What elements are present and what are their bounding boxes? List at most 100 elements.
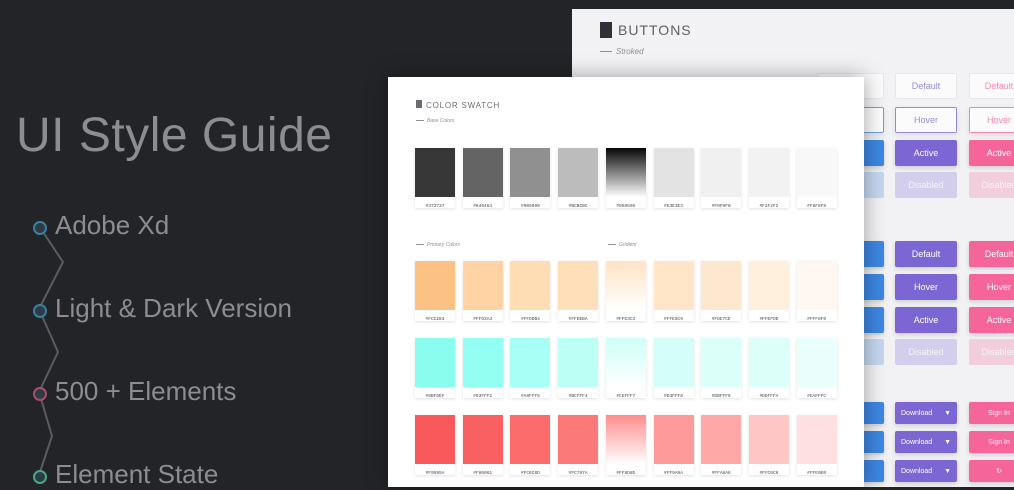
color-swatch[interactable]: #F0F0F0 [701, 148, 742, 209]
color-swatch[interactable]: #F8F8F8 [796, 148, 837, 209]
style-button[interactable]: Active [969, 307, 1014, 333]
color-swatch[interactable]: #646464 [462, 148, 503, 209]
style-button[interactable]: Sign In [969, 431, 1014, 453]
brand-logo-icon [600, 22, 612, 38]
color-swatch[interactable]: #D3FFF8 [653, 338, 694, 399]
color-swatch[interactable]: #FF8D8D [605, 415, 646, 476]
color-swatch[interactable]: #FFE6C9 [653, 261, 694, 322]
style-button[interactable]: Disabled [969, 172, 1014, 198]
style-button[interactable]: Disabled [969, 339, 1014, 365]
color-swatch[interactable]: #E3E3E3 [653, 148, 694, 209]
swatch-code: #FDE7CE [711, 317, 731, 322]
style-button[interactable]: Hover [895, 274, 957, 300]
color-swatch[interactable]: #F9595A [415, 415, 455, 476]
swatch-code: #FFDEBA [568, 317, 588, 322]
color-swatch[interactable]: #FFEFDD [748, 261, 789, 322]
button-label: Hover [913, 282, 938, 292]
button-label: Active [986, 315, 1012, 325]
color-swatch[interactable]: #FFDDB4 [510, 261, 551, 322]
swatch-code: #93FFF2 [473, 394, 493, 399]
color-swatch[interactable]: #CEFFF7 [605, 338, 646, 399]
swatch-chip [510, 338, 551, 387]
style-button[interactable]: Hover [969, 274, 1014, 300]
swatch-chip [558, 338, 599, 387]
color-swatch[interactable]: #FCC283 [415, 261, 455, 322]
swatch-chip [558, 261, 599, 310]
color-swatch[interactable]: #F86061 [462, 415, 503, 476]
button-label: Hover [986, 282, 1011, 292]
style-button[interactable]: Active [895, 140, 957, 166]
color-swatch[interactable]: #DBFFF9 [701, 338, 742, 399]
gradient-label: Gridient [608, 242, 637, 248]
swatch-code: #FCC283 [425, 317, 445, 322]
swatch-code: #DBFFF9 [711, 394, 731, 399]
swatch-chip [653, 261, 694, 310]
color-swatch[interactable]: #909090 [510, 148, 551, 209]
feature-adobe-xd: Adobe Xd [55, 210, 170, 240]
swatch-code: #D3FFF8 [664, 394, 683, 399]
buttons-subtitle: Stroked [600, 47, 644, 56]
style-button[interactable]: Disabled [895, 172, 957, 198]
color-swatch[interactable]: #FF9A9A [653, 415, 694, 476]
button-label: Download [901, 467, 933, 475]
swatch-code: #FF8D8D [616, 471, 636, 476]
swatch-chip [653, 148, 694, 197]
swatch-chip [605, 261, 646, 310]
swatch-code: #F2F2F2 [759, 204, 779, 209]
style-button[interactable]: Sign In [969, 402, 1014, 424]
swatch-title: COLOR SWATCH [426, 101, 501, 110]
style-button[interactable]: ↻ [969, 460, 1014, 482]
style-button[interactable]: Default [969, 73, 1014, 99]
swatch-chip [796, 148, 837, 197]
color-swatch[interactable]: #FDE7CE [701, 261, 742, 322]
document-icon [416, 100, 422, 108]
color-swatch[interactable]: #373737 [415, 148, 455, 209]
button-label: Disabled [908, 180, 944, 190]
color-swatch[interactable]: #BCBCBC [558, 148, 599, 209]
style-button[interactable]: Download ▼ [895, 402, 957, 424]
color-swatch[interactable]: #EAFFFC [796, 338, 837, 399]
color-swatch[interactable]: #DDFFFA [748, 338, 789, 399]
color-swatch[interactable]: #8BFDEF [415, 338, 455, 399]
swatch-chip [558, 415, 599, 464]
style-button[interactable]: Active [969, 140, 1014, 166]
swatch-chip [415, 415, 455, 464]
swatch-chip [605, 338, 646, 387]
color-swatch[interactable]: #F2F2F2 [748, 148, 789, 209]
color-swatch[interactable]: #BCFFF4 [558, 338, 599, 399]
button-label: Download [901, 409, 933, 417]
style-button[interactable]: Hover [895, 107, 957, 133]
swatch-chip [605, 415, 646, 464]
color-swatch[interactable]: #FC6C6D [510, 415, 551, 476]
color-swatch[interactable]: #FFDEBA [558, 261, 599, 322]
color-swatch[interactable]: #050505 [605, 148, 646, 209]
button-label: Active [913, 315, 939, 325]
color-swatch[interactable]: #93FFF2 [462, 338, 503, 399]
color-swatch[interactable]: #FFE3C3 [605, 261, 646, 322]
style-button[interactable]: Download ▼ [895, 460, 957, 482]
style-button[interactable]: Default [969, 241, 1014, 267]
color-swatch[interactable]: #FFA8A8 [701, 415, 742, 476]
swatch-code: #FFF8F0 [807, 317, 827, 322]
color-swatch[interactable]: #FC797A [558, 415, 599, 476]
caret-down-icon: ▼ [944, 467, 951, 475]
swatch-chip [748, 261, 789, 310]
style-button[interactable]: Disabled [895, 339, 957, 365]
color-swatch[interactable]: #FFC6C6 [748, 415, 789, 476]
style-button[interactable]: Download ▼ [895, 431, 957, 453]
style-button[interactable]: Active [895, 307, 957, 333]
swatch-chip [415, 148, 455, 197]
swatch-code: #FFEFDD [759, 317, 779, 322]
color-swatch[interactable]: #FFE0E0 [796, 415, 837, 476]
bullet-dot-icon [33, 387, 47, 401]
color-swatch[interactable]: #A8FFF5 [510, 338, 551, 399]
swatch-code: #FFE3C3 [616, 317, 636, 322]
style-button[interactable]: Default [895, 73, 957, 99]
style-button[interactable]: Default [895, 241, 957, 267]
swatch-chip [748, 415, 789, 464]
color-swatch[interactable]: #FFD3A3 [462, 261, 503, 322]
color-swatch[interactable]: #FFF8F0 [796, 261, 837, 322]
style-button[interactable]: Hover [969, 107, 1014, 133]
swatch-code: #FFC6C6 [759, 471, 779, 476]
swatch-code: #CEFFF7 [616, 394, 636, 399]
